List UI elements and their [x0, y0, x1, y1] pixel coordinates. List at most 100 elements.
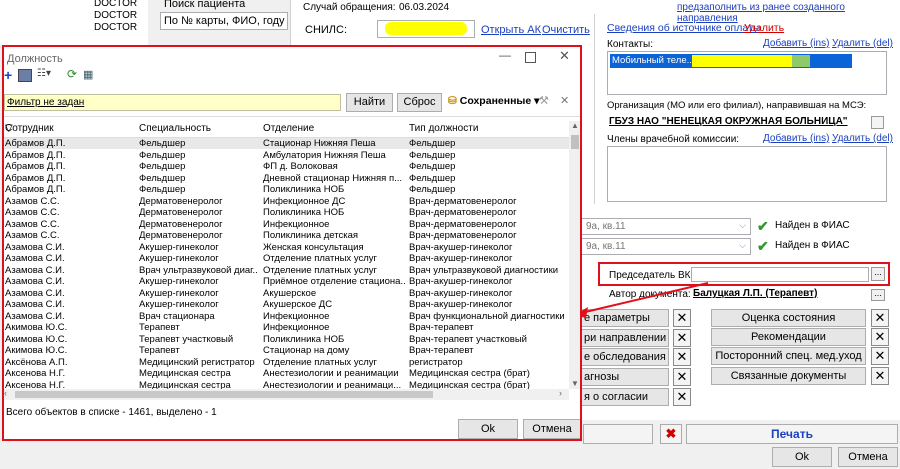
status-text: Всего объектов в списке - 1461, выделено…: [6, 407, 217, 418]
cell-specialty: Дерматовенеролог: [139, 195, 223, 207]
dialog-ok-button[interactable]: Ok: [458, 419, 518, 439]
cell-position-type: Врач-акушер-гинеколог: [409, 299, 513, 310]
cell-specialty: Терапевт участковый: [139, 333, 234, 345]
table-row[interactable]: Абрамов Д.П. Фельдшер Поликлиника НОБ Фельд…: [3, 184, 569, 195]
minimize-icon[interactable]: —: [499, 48, 511, 62]
close-filter-icon[interactable]: ✕: [560, 94, 569, 107]
table-row[interactable]: Аксёнова А.П. Медицинский регистратор Отде…: [3, 357, 569, 368]
cell-department: Дневной стационар Нижняя п...: [263, 172, 403, 184]
table-row[interactable]: Абрамов Д.П. Фельдшер Стационар Нижняя Пеш…: [3, 138, 569, 149]
horizontal-scrollbar[interactable]: ‹ ›: [3, 388, 569, 400]
table-row[interactable]: Азамова С.И. Врач ультразвуковой диаг... О…: [3, 265, 569, 276]
table-row[interactable]: Абрамов Д.П. Фельдшер ФП д. Волоковая Фельд…: [3, 161, 569, 172]
cell-specialty: Акушер-гинеколог: [139, 299, 219, 310]
columns-icon[interactable]: ☷▾: [37, 68, 51, 79]
filter-settings-icon[interactable]: ⚒: [539, 94, 549, 107]
table-row[interactable]: Абрамов Д.П. Фельдшер Дневной стационар Ни…: [3, 173, 569, 184]
column-header-specialty[interactable]: Специальность: [139, 123, 257, 134]
cell-department: Поликлиника НОБ: [263, 333, 345, 345]
cell-position-type: Фельдшер: [409, 184, 456, 195]
table-row[interactable]: Азамов С.С. Дерматовенеролог Инфекционное В…: [3, 219, 569, 230]
vertical-scrollbar[interactable]: ▲ ▼: [569, 121, 581, 389]
annotation-arrow-line: [580, 282, 709, 314]
cell-position-type: Врач-дерматовенеролог: [409, 218, 517, 230]
cell-department: Приёмное отделение стациона...: [263, 276, 405, 287]
cell-specialty: Фельдшер: [139, 161, 186, 172]
table-row[interactable]: Азамова С.И. Акушер-гинеколог Отделение пл…: [3, 253, 569, 264]
saved-filters-dropdown[interactable]: ⛁ Сохраненные ▾: [448, 95, 539, 107]
cell-department: Инфекционное: [263, 218, 330, 230]
cell-employee: Абрамов Д.П.: [5, 184, 66, 195]
cell-employee: Азамова С.И.: [5, 310, 65, 322]
table-row[interactable]: Абрамов Д.П. Фельдшер Амбулатория Нижняя П…: [3, 150, 569, 161]
add-icon[interactable]: +: [4, 67, 12, 83]
cell-position-type: регистратор: [409, 356, 463, 368]
cell-position-type: Врач-акушер-гинеколог: [409, 287, 513, 299]
cell-employee: Абрамов Д.П.: [5, 172, 66, 184]
cell-employee: Азамов С.С.: [5, 195, 60, 207]
cell-employee: Абрамов Д.П.: [5, 138, 66, 149]
table-row[interactable]: Азамова С.И. Врач стационара Инфекционное В…: [3, 311, 569, 322]
cell-position-type: Врач-акушер-гинеколог: [409, 241, 513, 253]
cell-department: Акушерское: [263, 287, 317, 299]
table-row[interactable]: Азамова С.И. Акушер-гинеколог Женская конс…: [3, 242, 569, 253]
cell-employee: Аксёнова А.П.: [5, 356, 68, 368]
h-scroll-thumb[interactable]: [15, 391, 433, 398]
table-row[interactable]: Акимова Ю.С. Терапевт Стационар на дому Вра…: [3, 345, 569, 356]
cell-department: Инфекционное ДС: [263, 195, 346, 207]
cell-department: Анестезиологии и реанимации: [263, 368, 399, 379]
maximize-icon[interactable]: [525, 52, 536, 63]
filter-text: Фильтр не задан: [7, 97, 85, 108]
cell-department: Поликлиника НОБ: [263, 207, 345, 218]
cell-position-type: Фельдшер: [409, 172, 456, 184]
refresh-icon[interactable]: ⟳: [67, 67, 77, 81]
cell-position-type: Врач-терапевт участковый: [409, 333, 527, 345]
scroll-left-icon[interactable]: ‹: [4, 388, 7, 398]
table-row[interactable]: Азамова С.И. Акушер-гинеколог Приёмное отд…: [3, 276, 569, 287]
saved-star-icon: ⛁: [448, 95, 457, 107]
cell-position-type: Врач-дерматовенеролог: [409, 207, 517, 218]
cell-position-type: Врач-терапевт: [409, 322, 474, 333]
cell-specialty: Терапевт: [139, 322, 180, 333]
dialog-cancel-button[interactable]: Отмена: [523, 419, 581, 439]
close-icon[interactable]: ✕: [559, 48, 570, 64]
table-row[interactable]: Азамов С.С. Дерматовенеролог Поликлиника Н…: [3, 207, 569, 218]
cell-employee: Азамов С.С.: [5, 207, 60, 218]
cell-employee: Азамова С.И.: [5, 287, 65, 299]
table-row[interactable]: Азамов С.С. Дерматовенеролог Инфекционное …: [3, 196, 569, 207]
cell-employee: Азамов С.С.: [5, 230, 60, 241]
find-button[interactable]: Найти: [346, 93, 393, 112]
cell-specialty: Фельдшер: [139, 149, 186, 161]
cell-department: Отделение платных услуг: [263, 356, 377, 368]
table-row[interactable]: Азамов С.С. Дерматовенеролог Поликлиника д…: [3, 230, 569, 241]
scroll-thumb[interactable]: [571, 135, 579, 149]
cell-position-type: Фельдшер: [409, 149, 456, 161]
filter-field[interactable]: Фильтр не задан: [4, 94, 341, 111]
table-row[interactable]: Азамова С.И. Акушер-гинеколог Акушерское Д…: [3, 299, 569, 310]
cell-specialty: Медицинский регистратор: [139, 356, 255, 368]
table-row[interactable]: Акимова Ю.С. Терапевт участковый Поликлини…: [3, 334, 569, 345]
cell-specialty: Дерматовенеролог: [139, 230, 223, 241]
cell-department: Отделение платных услуг: [263, 253, 377, 264]
cell-specialty: Врач ультразвуковой диаг...: [139, 264, 257, 276]
reset-button[interactable]: Сброс: [397, 93, 442, 112]
employees-grid: Сотрудник ▽ Специальность Отделение Тип …: [3, 116, 581, 407]
column-header-department[interactable]: Отделение: [263, 123, 405, 134]
scroll-up-icon[interactable]: ▲: [571, 121, 579, 130]
cell-employee: Акимова Ю.С.: [5, 333, 68, 345]
edit-icon[interactable]: [18, 69, 32, 82]
export-icon[interactable]: ▦: [83, 68, 93, 81]
table-row[interactable]: Аксенова Н.Г. Медицинская сестра Анестезио…: [3, 368, 569, 379]
scroll-down-icon[interactable]: ▼: [571, 379, 579, 388]
column-header-position-type[interactable]: Тип должности: [409, 123, 569, 134]
scroll-right-icon[interactable]: ›: [559, 388, 562, 398]
table-row[interactable]: Азамова С.И. Акушер-гинеколог Акушерское Вр…: [3, 288, 569, 299]
table-row[interactable]: Акимова Ю.С. Терапевт Инфекционное Врач-тер…: [3, 322, 569, 333]
cell-department: Инфекционное: [263, 322, 330, 333]
cell-position-type: Врач-акушер-гинеколог: [409, 276, 513, 287]
cell-position-type: Медицинская сестра (брат): [409, 368, 530, 379]
cell-employee: Акимова Ю.С.: [5, 345, 68, 356]
cell-specialty: Фельдшер: [139, 172, 186, 184]
filter-funnel-icon[interactable]: ▽: [5, 123, 13, 134]
cell-employee: Азамова С.И.: [5, 241, 65, 253]
